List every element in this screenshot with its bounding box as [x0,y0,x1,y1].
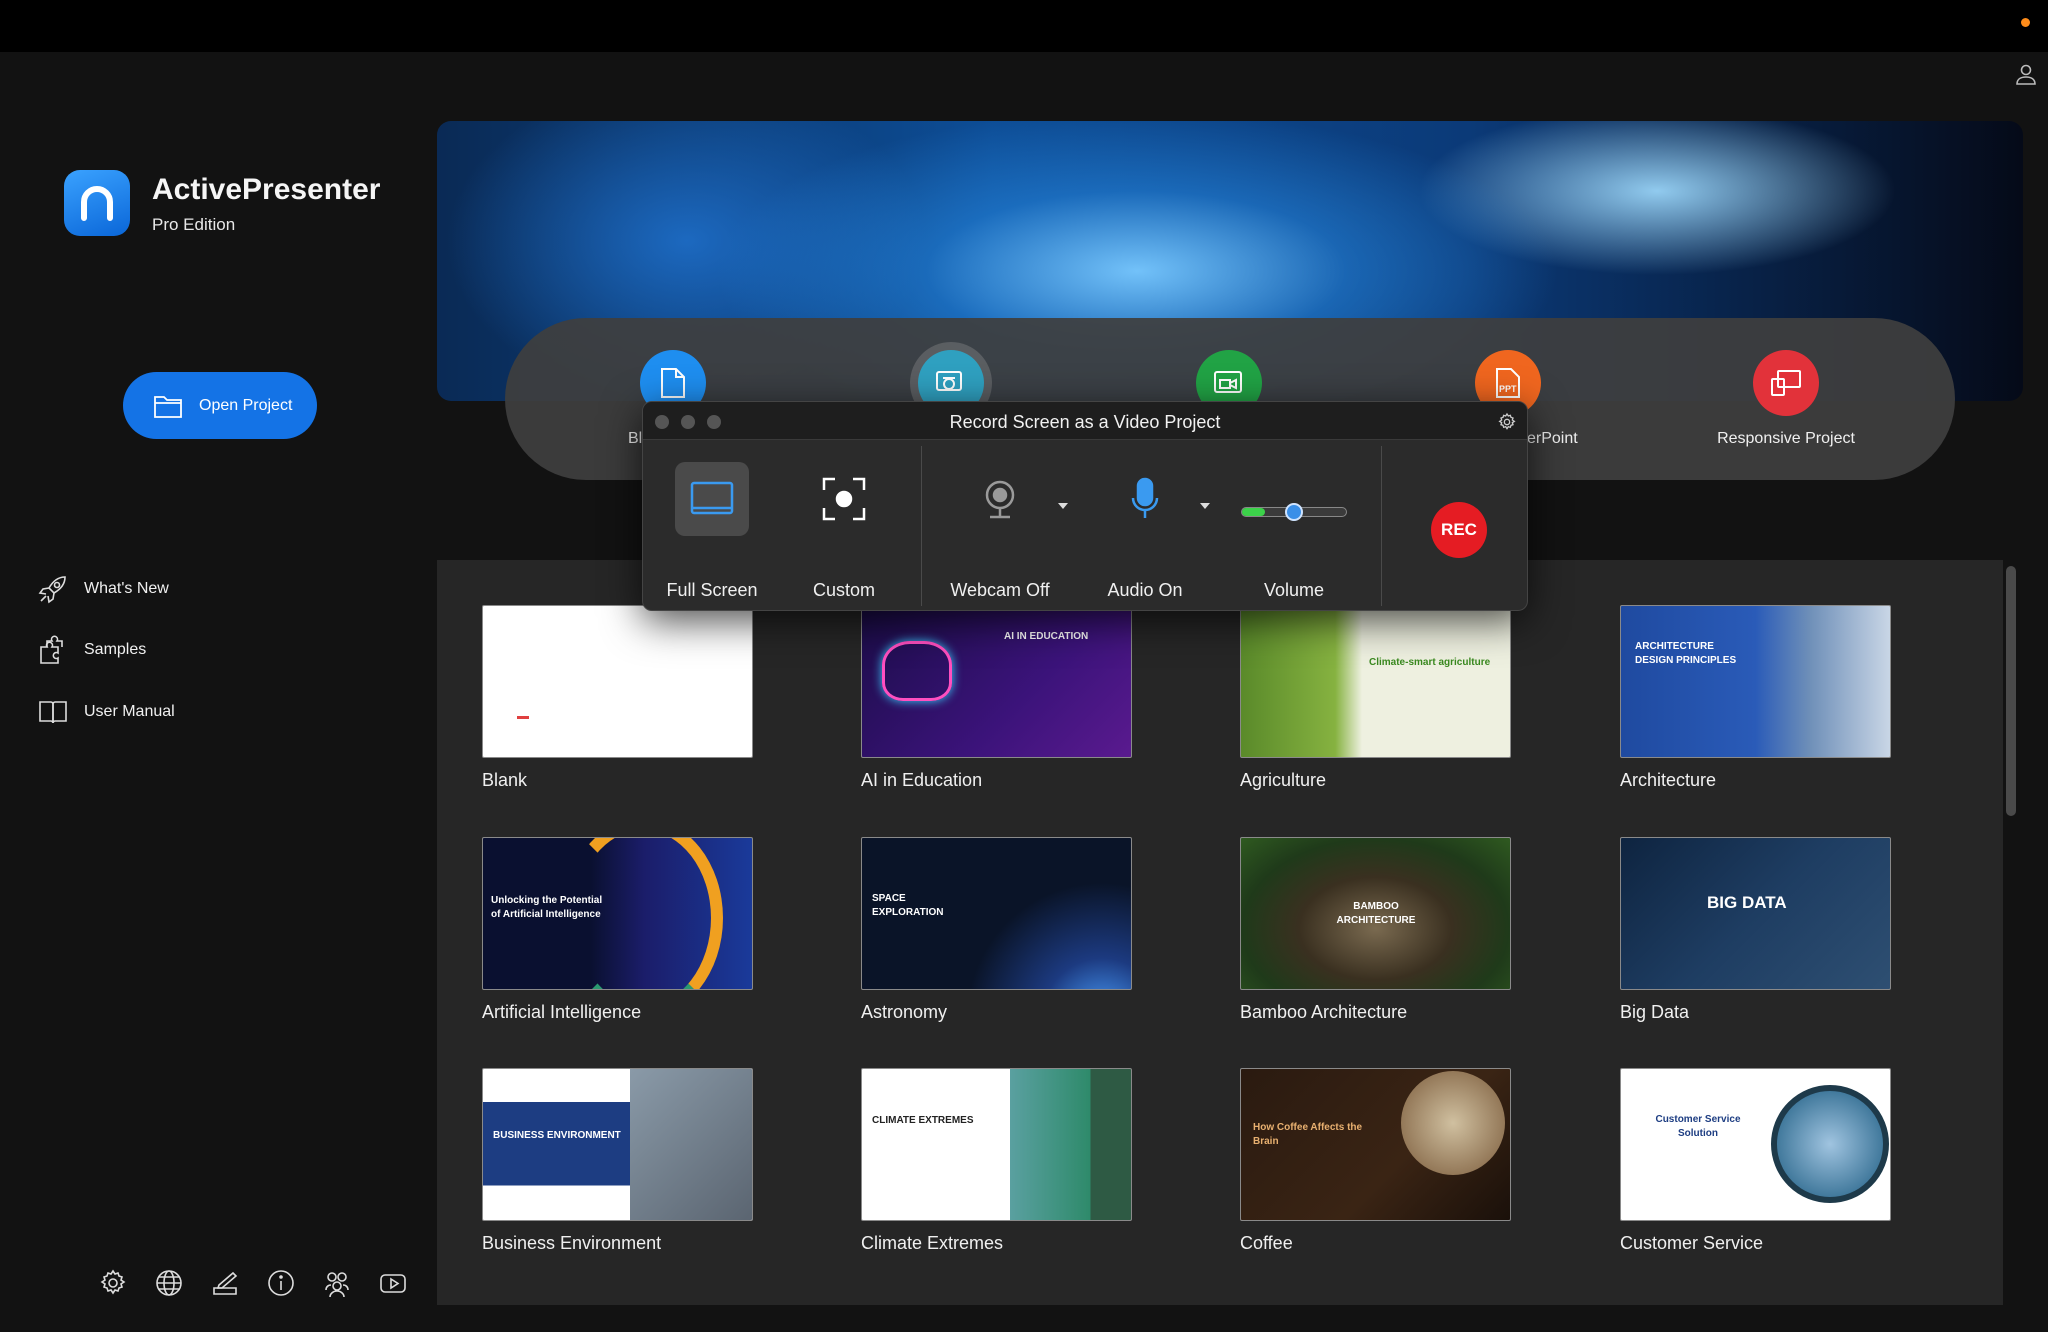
template-thumbnail [482,605,753,758]
template-name: Architecture [1620,770,1717,790]
webcam-icon [963,462,1037,536]
audio-dropdown-chevron-icon[interactable] [1199,502,1211,510]
webcam-dropdown-chevron-icon[interactable] [1057,502,1069,510]
template-name: Customer Service [1620,1233,1764,1253]
gallery-scrollbar[interactable] [2006,566,2016,816]
full-screen-button[interactable]: Full Screen [666,462,758,600]
template-card-big-data[interactable]: BIG DATA Big Data [1620,837,1891,1023]
volume-fill [1242,508,1266,516]
sidebar-item-label: User Manual [84,703,175,720]
template-card-bamboo-architecture[interactable]: BAMBOO ARCHITECTURE Bamboo Architecture [1240,837,1511,1023]
custom-label: Custom [812,580,876,600]
sidebar-item-label: Samples [84,641,147,658]
audio-label: Audio On [1107,580,1183,600]
volume-slider[interactable] [1241,503,1347,521]
responsive-project-action[interactable]: Responsive Project [1686,350,1886,448]
gear-icon[interactable] [98,1268,128,1298]
template-card-architecture[interactable]: ARCHITECTURE DESIGN PRINCIPLES Architect… [1620,605,1891,791]
open-project-label: Open Project [199,396,293,414]
open-project-button[interactable]: Open Project [123,372,317,439]
full-screen-label: Full Screen [666,580,758,600]
youtube-icon[interactable] [378,1268,408,1298]
template-name: AI in Education [861,770,983,790]
template-name: Astronomy [861,1002,948,1022]
app-logo [64,170,130,236]
folder-icon [154,395,182,418]
template-thumbnail: ARCHITECTURE DESIGN PRINCIPLES [1620,605,1891,758]
template-card-customer-service[interactable]: Customer Service Solution Customer Servi… [1620,1068,1891,1254]
template-name: Artificial Intelligence [482,1002,642,1022]
template-card-coffee[interactable]: How Coffee Affects the Brain Coffee [1240,1068,1511,1254]
template-card-business-environment[interactable]: BUSINESS ENVIRONMENT Business Environmen… [482,1068,753,1254]
template-thumbnail: BUSINESS ENVIRONMENT [482,1068,753,1221]
book-icon [39,701,67,724]
template-card-artificial-intelligence[interactable]: Unlocking the Potential of Artificial In… [482,837,753,1023]
template-thumbnail: BIG DATA [1620,837,1891,990]
sidebar-item-whats-new[interactable]: What's New [38,573,169,605]
puzzle-icon [40,635,63,664]
volume-slider-handle[interactable] [1285,503,1303,521]
template-card-blank[interactable]: Blank [482,605,753,791]
template-card-ai-in-education[interactable]: AI IN EDUCATION AI in Education [861,605,1132,791]
sidebar-item-samples[interactable]: Samples [38,634,146,666]
sidebar-item-label: What's New [84,580,169,597]
svg-text:PPT: PPT [1499,384,1517,394]
template-thumbnail: CLIMATE EXTREMES [861,1068,1132,1221]
template-thumbnail: BAMBOO ARCHITECTURE [1240,837,1511,990]
app-edition: Pro Edition [152,215,236,234]
audio-toggle[interactable]: Audio On [1107,462,1183,600]
rocket-icon [38,576,66,604]
template-thumbnail: Customer Service Solution [1620,1068,1891,1221]
info-icon[interactable] [266,1268,296,1298]
volume-label: Volume [1263,580,1325,600]
template-thumbnail: How Coffee Affects the Brain [1240,1068,1511,1221]
template-name: Bamboo Architecture [1240,1002,1408,1022]
monitor-icon [675,462,749,536]
template-name: Blank [482,770,528,790]
crop-area-icon [807,462,881,536]
custom-area-button[interactable]: Custom [807,462,881,600]
bottom-toolbar [98,1268,408,1298]
dialog-header: Record Screen as a Video Project [643,402,1527,440]
dialog-title: Record Screen as a Video Project [949,412,1221,432]
template-thumbnail: SPACE EXPLORATION [861,837,1132,990]
template-name: Agriculture [1240,770,1327,790]
template-name: Business Environment [482,1233,662,1253]
status-dot [2021,18,2030,27]
divider [921,446,922,606]
divider [1381,446,1382,606]
pen-icon[interactable] [210,1268,240,1298]
globe-icon[interactable] [154,1268,184,1298]
responsive-project-icon [1753,350,1819,416]
app-name: ActivePresenter [152,173,381,206]
webcam-toggle[interactable]: Webcam Off [950,462,1050,600]
record-button[interactable]: REC [1431,502,1487,558]
template-thumbnail: Climate-smart agriculture [1240,605,1511,758]
responsive-project-label: Responsive Project [1717,430,1855,447]
template-name: Climate Extremes [861,1233,1004,1253]
template-card-agriculture[interactable]: Climate-smart agriculture Agriculture [1240,605,1511,791]
microphone-icon [1108,462,1182,536]
template-card-climate-extremes[interactable]: CLIMATE EXTREMES Climate Extremes [861,1068,1132,1254]
title-bar [0,0,2048,52]
template-name: Coffee [1240,1233,1293,1253]
template-thumbnail: AI IN EDUCATION [861,605,1132,758]
template-card-astronomy[interactable]: SPACE EXPLORATION Astronomy [861,837,1132,1023]
user-icon[interactable] [2014,62,2038,86]
record-screen-dialog: Record Screen as a Video Project Full Sc… [642,401,1528,611]
webcam-label: Webcam Off [950,580,1050,600]
settings-gear-icon[interactable] [1497,412,1517,432]
community-icon[interactable] [322,1268,352,1298]
template-thumbnail: Unlocking the Potential of Artificial In… [482,837,753,990]
template-name: Big Data [1620,1002,1690,1022]
sidebar-item-user-manual[interactable]: User Manual [38,696,175,728]
